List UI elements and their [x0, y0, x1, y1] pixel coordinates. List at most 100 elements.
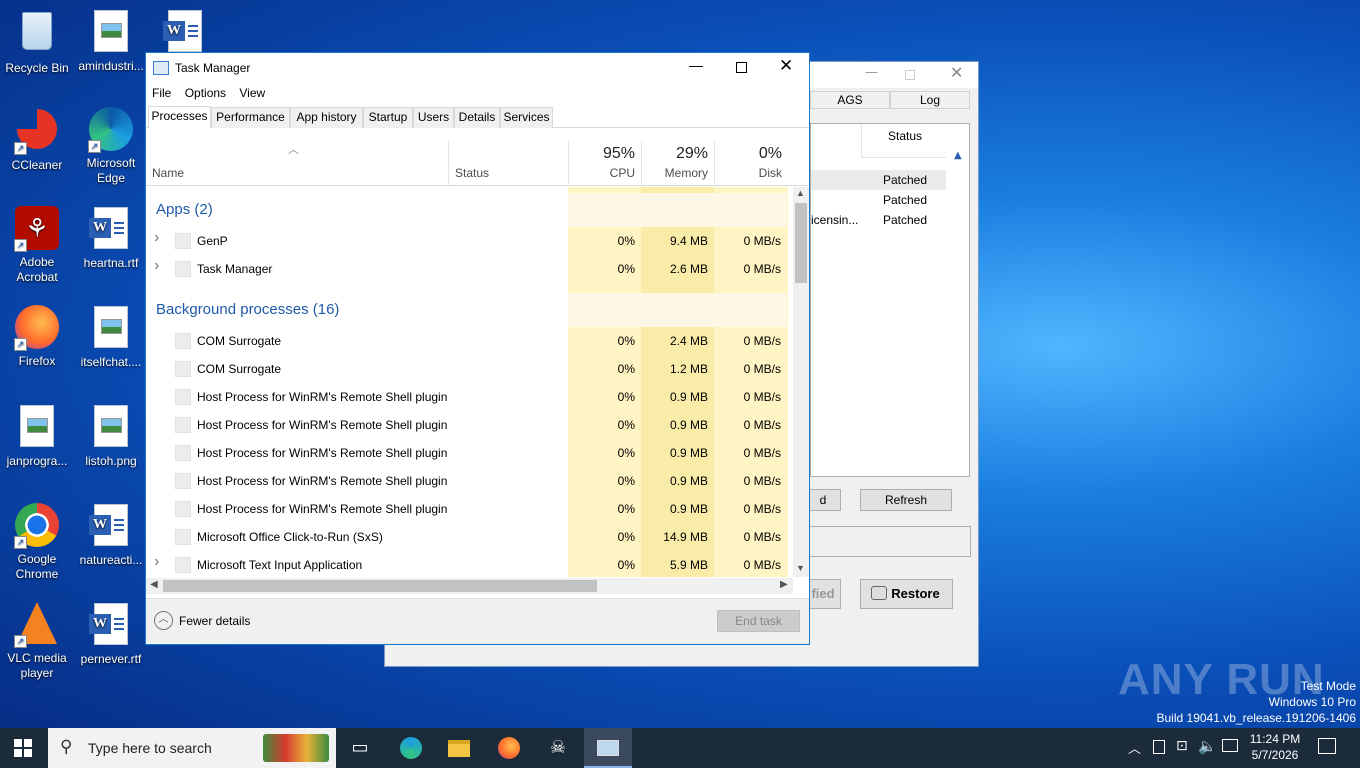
desktop-icon[interactable]: Wnatureacti...	[74, 502, 148, 568]
name-column-header[interactable]: Name	[146, 141, 448, 185]
table-row[interactable]: Host Process for WinRM's Remote Shell pl…	[146, 383, 788, 411]
tab-log[interactable]: Log	[890, 91, 970, 109]
menu-options[interactable]: Options	[180, 86, 231, 100]
chevron-up-icon[interactable]: ︿	[154, 611, 173, 630]
patch-list[interactable]: Status ▲ Patched Patched icensin... Patc…	[810, 123, 970, 477]
desktop-icon[interactable]: ↗ Microsoft Edge	[74, 106, 148, 186]
disk-column-header[interactable]: 0% Disk	[714, 141, 788, 185]
scroll-up-icon[interactable]: ▲	[796, 188, 805, 198]
table-row[interactable]: COM Surrogate 0% 1.2 MB 0 MB/s	[146, 355, 788, 383]
vertical-scrollbar[interactable]: ▲ ▼	[793, 187, 809, 577]
tablet-icon[interactable]	[1153, 740, 1165, 754]
task-manager-window: Task Manager — ✕ File Options View Proce…	[145, 52, 810, 645]
desktop-icon[interactable]: itselfchat....	[74, 304, 148, 370]
group-header[interactable]: Background processes (16)	[146, 293, 788, 327]
desktop-icon[interactable]: Wheartna.rtf	[74, 205, 148, 271]
maximize-icon[interactable]	[905, 70, 915, 80]
fewer-details-link[interactable]: Fewer details	[179, 614, 250, 628]
scroll-left-icon[interactable]: ◀	[150, 579, 158, 590]
table-row[interactable]: COM Surrogate 0% 2.4 MB 0 MB/s	[146, 327, 788, 355]
patch-all-button[interactable]: fied	[805, 579, 841, 609]
desktop-icon[interactable]: ⚘ ↗ Adobe Acrobat	[0, 205, 74, 285]
restore-button[interactable]: Restore	[860, 579, 953, 609]
end-task-button[interactable]: End task	[717, 610, 800, 632]
table-row[interactable]: Host Process for WinRM's Remote Shell pl…	[146, 411, 788, 439]
recycle-bin-icon	[14, 12, 60, 58]
tab-users[interactable]: Users	[413, 107, 454, 128]
path-field[interactable]	[805, 526, 971, 557]
tab-details[interactable]: Details	[454, 107, 500, 128]
process-list[interactable]: Apps (2) › GenP 0% 9.4 MB 0 MB/s › Task Manager…	[146, 187, 788, 577]
task-view-icon[interactable]: ▭	[337, 728, 383, 768]
genp-taskbar-icon[interactable]: ☠	[535, 728, 581, 768]
cpu-column-header[interactable]: 95% CPU	[568, 141, 641, 185]
start-button[interactable]	[0, 728, 46, 768]
desktop-icon[interactable]: ↗ Firefox	[0, 304, 74, 369]
network-icon[interactable]: ⊡	[1176, 738, 1188, 754]
task-manager-taskbar-icon[interactable]	[584, 728, 632, 768]
chevron-right-icon[interactable]: ›	[154, 553, 159, 571]
group-header[interactable]: Apps (2)	[146, 193, 788, 227]
test-mode-watermark: Test Mode Windows 10 Pro Build 19041.vb_…	[1157, 678, 1357, 726]
volume-icon[interactable]: 🔈	[1198, 737, 1217, 755]
tab-startup[interactable]: Startup	[363, 107, 413, 128]
chevron-up-icon[interactable]: ︿	[1128, 738, 1141, 757]
chrome-icon: ↗	[14, 503, 60, 549]
scroll-down-icon[interactable]: ▼	[796, 563, 805, 573]
desktop-icon[interactable]: amindustri...	[74, 8, 148, 74]
edge-taskbar-icon[interactable]	[388, 728, 434, 768]
close-icon[interactable]: ✕	[950, 63, 963, 82]
tab-services[interactable]: Services	[500, 107, 553, 128]
maximize-icon[interactable]	[736, 62, 747, 73]
input-indicator-icon[interactable]	[1222, 739, 1238, 752]
refresh-button[interactable]: Refresh	[860, 489, 952, 511]
chevron-right-icon[interactable]: ›	[154, 257, 159, 275]
patch-button[interactable]: d	[805, 489, 841, 511]
desktop-icon[interactable]: Wpernever.rtf	[74, 601, 148, 667]
memory-column-header[interactable]: 29% Memory	[641, 141, 714, 185]
status-column-header[interactable]: Status	[861, 124, 946, 158]
acrobat-icon: ⚘ ↗	[14, 206, 60, 252]
menu-view[interactable]: View	[234, 86, 270, 100]
memory-value: 2.6 MB	[641, 255, 714, 283]
clock[interactable]: 11:24 PM 5/7/2026	[1244, 731, 1306, 763]
desktop-icon[interactable]: listoh.png	[74, 403, 148, 469]
table-row[interactable]: › Task Manager 0% 2.6 MB 0 MB/s	[146, 255, 788, 283]
table-row[interactable]: Host Process for WinRM's Remote Shell pl…	[146, 439, 788, 467]
process-icon	[175, 333, 191, 349]
gift-search-highlight-icon[interactable]	[263, 734, 329, 762]
table-row[interactable]: Host Process for WinRM's Remote Shell pl…	[146, 467, 788, 495]
table-row[interactable]: › Microsoft Text Input Application 0% 5.9 M…	[146, 551, 788, 577]
desktop-icon[interactable]: ↗ CCleaner	[0, 106, 74, 173]
desktop-icon[interactable]: ↗ VLC media player	[0, 601, 74, 681]
tab-performance[interactable]: Performance	[211, 107, 290, 128]
firefox-taskbar-icon[interactable]	[486, 728, 532, 768]
status-column-header[interactable]: Status	[448, 141, 568, 185]
chevron-right-icon[interactable]: ›	[154, 229, 159, 247]
scroll-thumb[interactable]	[163, 580, 597, 592]
search-box[interactable]: ⚲ Type here to search	[48, 728, 336, 768]
tab-processes[interactable]: Processes	[148, 106, 211, 128]
patch-status: Patched	[883, 173, 928, 187]
menu-file[interactable]: File	[147, 86, 176, 100]
close-icon[interactable]: ✕	[779, 56, 793, 76]
desktop-icon[interactable]: Recycle Bin	[0, 8, 74, 76]
desktop-icon[interactable]: ↗ Google Chrome	[0, 502, 74, 582]
table-row[interactable]: › GenP 0% 9.4 MB 0 MB/s	[146, 227, 788, 255]
minimize-icon[interactable]: —	[689, 57, 703, 73]
tab-ags[interactable]: AGS	[810, 91, 890, 109]
scroll-thumb[interactable]	[795, 203, 807, 283]
desktop-icon[interactable]: janprogra...	[0, 403, 74, 469]
restore-label: Restore	[891, 586, 940, 601]
notification-icon[interactable]	[1318, 738, 1336, 754]
scroll-right-icon[interactable]: ▶	[780, 579, 788, 590]
horizontal-scrollbar[interactable]: ◀ ▶	[146, 578, 793, 594]
file-explorer-icon[interactable]	[436, 728, 482, 768]
task-manager-titlebar[interactable]: Task Manager — ✕	[146, 53, 809, 83]
desktop-icon-label: itselfchat....	[80, 355, 142, 369]
tab-app-history[interactable]: App history	[290, 107, 363, 128]
scroll-up-icon[interactable]: ▲	[954, 150, 962, 161]
table-row[interactable]: Host Process for WinRM's Remote Shell pl…	[146, 495, 788, 523]
minimize-icon[interactable]: —	[865, 65, 878, 80]
table-row[interactable]: Microsoft Office Click-to-Run (SxS) 0% 14.…	[146, 523, 788, 551]
